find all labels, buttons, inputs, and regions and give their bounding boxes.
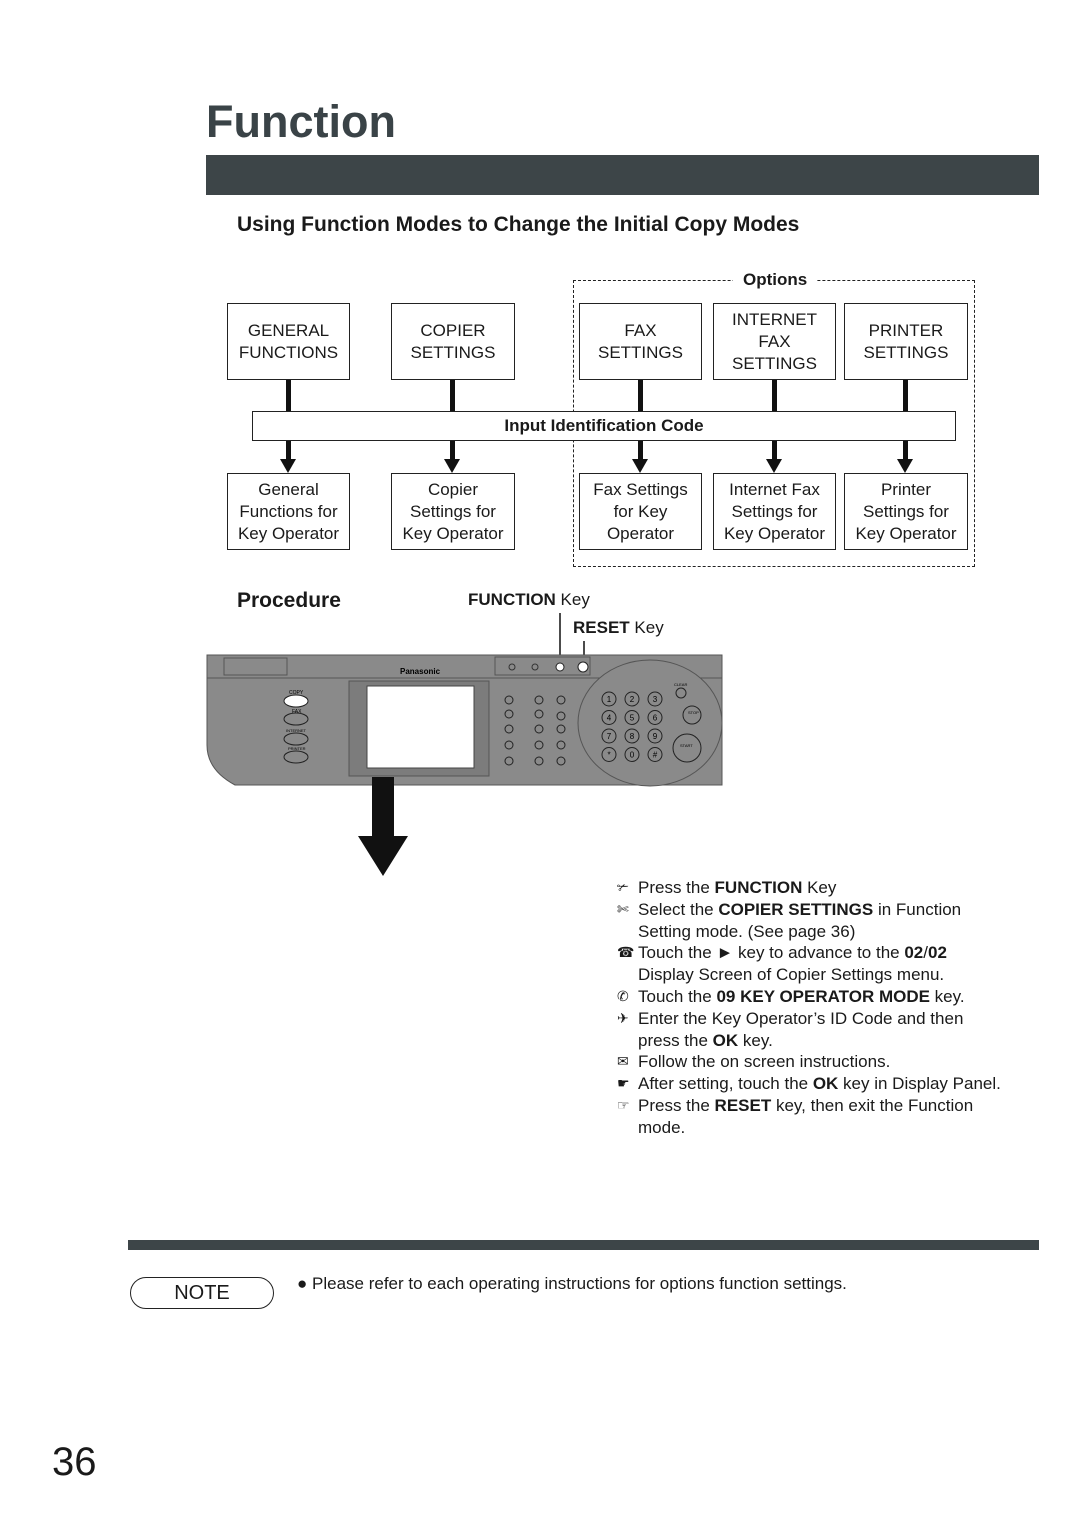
step-emphasis: 02: [904, 943, 924, 963]
copy-mode-key[interactable]: [283, 694, 309, 708]
step-number-icon: ✆: [617, 987, 629, 1004]
keypad-key-label: 4: [607, 714, 612, 723]
page-number: 36: [52, 1440, 97, 1484]
step-number-icon: ☛: [617, 1075, 630, 1092]
control-panel-illustration: Panasonic COPY FAX INTERNET PRINTER 1 2 3 4…: [206, 613, 723, 876]
stop-label: STOP: [688, 710, 699, 715]
step-text: Display Screen of Copier Settings menu.: [638, 965, 945, 985]
step-emphasis: RESET: [714, 1095, 772, 1115]
step-number-icon: ✉: [617, 1053, 629, 1070]
keypad-key-label: #: [653, 751, 658, 760]
step-text: Touch the: [638, 986, 717, 1006]
keypad-key-label: *: [607, 751, 610, 760]
step-text: Enter the Key Operator’s ID Code and the…: [638, 1008, 964, 1050]
function-key[interactable]: [555, 662, 565, 672]
keypad-key-label: 2: [630, 695, 635, 704]
step-text: Touch the ► key to advance to the: [638, 943, 905, 963]
keypad-key-label: 7: [607, 732, 612, 741]
down-arrow-shaft: [372, 777, 394, 837]
clear-label: CLEAR: [674, 682, 687, 687]
step-number-icon: ✈: [617, 1009, 629, 1026]
keypad-key-label: 1: [607, 695, 612, 704]
step-2: ✄ Select the COPIER SETTINGS in Function …: [617, 899, 1007, 943]
panasonic-logo: Panasonic: [400, 667, 441, 676]
step-emphasis: OK: [812, 1074, 839, 1094]
internet-label: INTERNET: [286, 728, 307, 733]
step-text: Key: [802, 878, 837, 897]
fax-label: FAX: [292, 709, 302, 715]
step-6: ✉ Follow the on screen instructions.: [617, 1051, 1007, 1073]
step-5: ✈ Enter the Key Operator’s ID Code and th…: [617, 1008, 1007, 1052]
step-1: ✃ Press the FUNCTION Key: [617, 877, 1007, 899]
note-badge: NOTE: [130, 1277, 274, 1309]
keypad-key-label: 8: [630, 732, 635, 741]
bullet-icon: ●: [297, 1274, 308, 1293]
note-body: Please refer to each operating instructi…: [312, 1274, 847, 1293]
card-slot: [223, 657, 288, 676]
step-text: Press the: [638, 878, 715, 897]
keypad-key-label: 3: [653, 695, 658, 704]
step-3: ☎ Touch the ► key to advance to the 02/02…: [617, 942, 1007, 986]
start-label: START: [680, 743, 693, 748]
step-text: Follow the on screen instructions.: [638, 1052, 891, 1072]
keypad-key-label: 6: [653, 714, 658, 723]
step-text: After setting, touch the: [638, 1074, 813, 1094]
down-arrow-head: [358, 836, 408, 876]
step-emphasis: OK: [712, 1030, 739, 1050]
keypad-key-label: 5: [630, 714, 635, 723]
step-number-icon: ✃: [617, 879, 629, 895]
step-emphasis: 02: [927, 943, 947, 963]
step-emphasis: 09 KEY OPERATOR MODE: [716, 986, 930, 1006]
step-number-icon: ☎: [617, 944, 635, 961]
step-4: ✆ Touch the 09 KEY OPERATOR MODE key.: [617, 986, 1007, 1008]
step-number-icon: ☞: [617, 1096, 630, 1113]
step-number-icon: ✄: [617, 900, 629, 917]
manual-page: Function Using Function Modes to Change …: [0, 0, 1080, 1528]
copy-label: COPY: [289, 690, 304, 696]
step-text: Select the: [638, 899, 719, 919]
keypad-key-label: 9: [653, 732, 658, 741]
step-text: key.: [738, 1030, 773, 1050]
keypad-key-label: 0: [630, 751, 635, 760]
procedure-steps: ✃ Press the FUNCTION Key ✄ Select the COPIE…: [617, 877, 1007, 1139]
reset-key[interactable]: [577, 661, 589, 673]
step-text: Press the: [638, 1095, 715, 1115]
step-7: ☛ After setting, touch the OK key in Disp…: [617, 1073, 1007, 1095]
step-text: key.: [929, 986, 965, 1006]
step-8: ☞ Press the RESET key, then exit the Func…: [617, 1095, 1007, 1139]
step-emphasis: FUNCTION: [714, 878, 803, 897]
footer-bar: [128, 1240, 1039, 1250]
step-emphasis: COPIER SETTINGS: [718, 899, 874, 919]
note-text: ● Please refer to each operating instruc…: [297, 1274, 847, 1294]
touch-display: [366, 685, 475, 769]
printer-label: PRINTER: [288, 746, 306, 751]
step-text: key in Display Panel.: [838, 1074, 1001, 1094]
